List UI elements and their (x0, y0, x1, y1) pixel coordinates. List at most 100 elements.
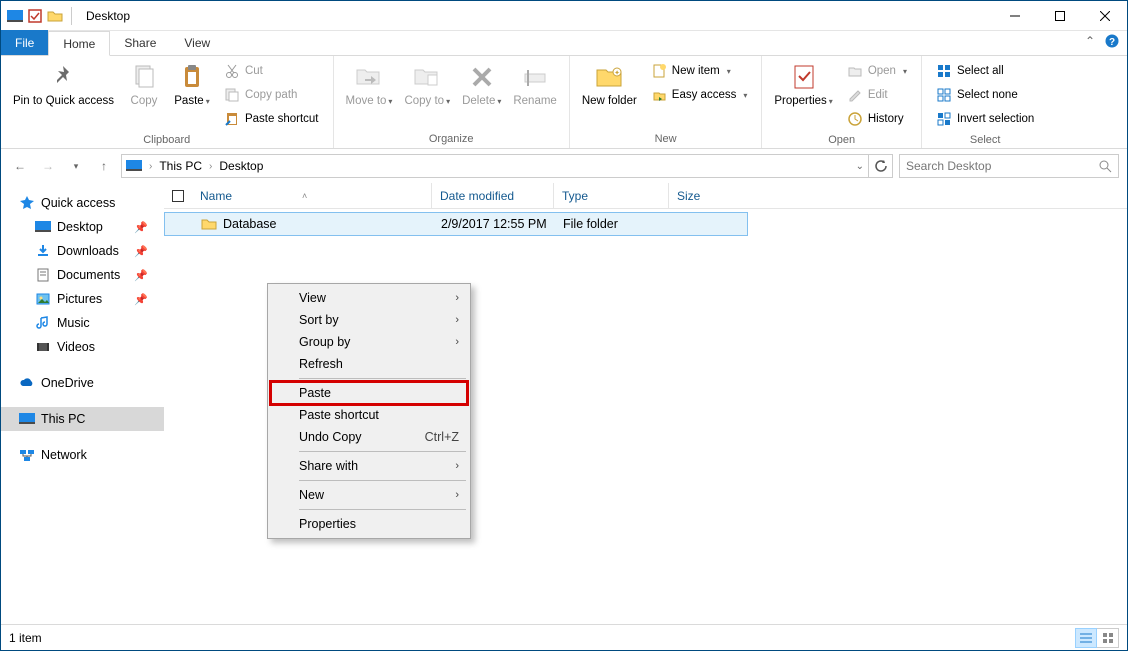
tab-home[interactable]: Home (48, 31, 110, 56)
refresh-button[interactable] (869, 154, 893, 178)
item-count: 1 item (9, 631, 42, 645)
rename-button: Rename (507, 58, 562, 108)
crumb-desktop[interactable]: Desktop (219, 159, 263, 173)
edit-button: Edit (843, 84, 911, 106)
nav-music[interactable]: Music (1, 311, 164, 335)
ctx-separator (299, 509, 466, 510)
col-modified[interactable]: Date modified (432, 183, 554, 208)
pin-label: Pin to Quick access (13, 95, 114, 108)
cut-button: Cut (220, 60, 323, 82)
chevron-right-icon[interactable]: › (208, 161, 213, 172)
nav-desktop[interactable]: Desktop📌 (1, 215, 164, 239)
col-size[interactable]: Size (669, 183, 744, 208)
selectall-checkbox[interactable] (172, 190, 184, 202)
invert-button[interactable]: Invert selection (932, 108, 1038, 130)
qat-properties-icon[interactable] (27, 8, 43, 24)
pin-icon: 📌 (134, 221, 158, 234)
moveto-button: Move to▾ (340, 58, 399, 108)
ribbon: Pin to Quick access Copy Paste▾ Cut Copy… (1, 56, 1127, 149)
delete-button: Delete▾ (456, 58, 507, 108)
ctx-groupby[interactable]: Group by› (271, 331, 467, 353)
col-type[interactable]: Type (554, 183, 669, 208)
nav-documents[interactable]: Documents📌 (1, 263, 164, 287)
ctx-sortby[interactable]: Sort by› (271, 309, 467, 331)
group-new: ✦ New folder New item▾ Easy access▾ New (570, 56, 763, 148)
file-row[interactable]: Database 2/9/2017 12:55 PM File folder (164, 212, 748, 236)
copy-button: Copy (120, 58, 168, 108)
qat-newfolder-icon[interactable] (47, 8, 63, 24)
app-icon (7, 8, 23, 24)
column-header: Name˄ Date modified Type Size (164, 183, 1127, 209)
maximize-button[interactable] (1037, 1, 1082, 31)
address-row: ← → ▾ ↑ › This PC › Desktop ⌄ Search Des… (1, 149, 1127, 183)
selectnone-button[interactable]: Select none (932, 84, 1038, 106)
folder-icon (201, 216, 217, 232)
tab-share[interactable]: Share (110, 30, 170, 55)
back-button[interactable]: ← (9, 155, 31, 177)
pasteshortcut-button[interactable]: Paste shortcut (220, 108, 323, 130)
ctx-view[interactable]: View› (271, 287, 467, 309)
chevron-right-icon: › (455, 460, 459, 472)
search-placeholder: Search Desktop (906, 159, 1098, 173)
copy-label: Copy (131, 95, 158, 108)
close-button[interactable] (1082, 1, 1127, 31)
recent-dd[interactable]: ▾ (65, 155, 87, 177)
details-view-button[interactable] (1075, 628, 1097, 648)
chevron-right-icon[interactable]: › (148, 161, 153, 172)
properties-button[interactable]: Properties▾ (768, 58, 838, 108)
help-icon[interactable]: ? (1105, 34, 1119, 48)
ctx-undocopy[interactable]: Undo CopyCtrl+Z (271, 426, 467, 448)
search-input[interactable]: Search Desktop (899, 154, 1119, 178)
file-type: File folder (555, 217, 670, 231)
paste-button[interactable]: Paste▾ (168, 58, 216, 108)
address-bar[interactable]: › This PC › Desktop ⌄ (121, 154, 869, 178)
ctx-sharewith[interactable]: Share with› (271, 455, 467, 477)
status-bar: 1 item (1, 624, 1127, 650)
nav-pane: Quick access Desktop📌 Downloads📌 Documen… (1, 183, 164, 614)
chevron-right-icon: › (455, 292, 459, 304)
nav-downloads[interactable]: Downloads📌 (1, 239, 164, 263)
file-modified: 2/9/2017 12:55 PM (433, 217, 555, 231)
qat-divider (71, 7, 72, 25)
pin-quickaccess-button[interactable]: Pin to Quick access (7, 58, 120, 108)
pin-icon: 📌 (134, 245, 158, 258)
ctx-new[interactable]: New› (271, 484, 467, 506)
context-menu: View› Sort by› Group by› Refresh Paste P… (267, 283, 471, 539)
history-button[interactable]: History (843, 108, 911, 130)
selectall-button[interactable]: Select all (932, 60, 1038, 82)
copyto-button: Copy to▾ (398, 58, 456, 108)
ctx-paste[interactable]: Paste (271, 382, 467, 404)
nav-thispc[interactable]: This PC (1, 407, 164, 431)
ribbon-tabs: File Home Share View ⌃ ? (1, 31, 1127, 56)
chevron-right-icon: › (455, 489, 459, 501)
newitem-button[interactable]: New item▾ (647, 60, 752, 82)
easyaccess-button[interactable]: Easy access▾ (647, 84, 752, 106)
crumb-thispc[interactable]: This PC (159, 159, 202, 173)
ctx-pasteshortcut[interactable]: Paste shortcut (271, 404, 467, 426)
nav-onedrive[interactable]: OneDrive (1, 371, 164, 395)
chevron-right-icon: › (455, 336, 459, 348)
ctx-refresh[interactable]: Refresh (271, 353, 467, 375)
paste-label: Paste (174, 95, 203, 107)
ctx-properties[interactable]: Properties (271, 513, 467, 535)
nav-pictures[interactable]: Pictures📌 (1, 287, 164, 311)
icons-view-button[interactable] (1097, 628, 1119, 648)
file-name: Database (223, 217, 277, 231)
collapse-ribbon-icon[interactable]: ⌃ (1085, 34, 1095, 48)
minimize-button[interactable] (992, 1, 1037, 31)
svg-text:✦: ✦ (614, 69, 620, 77)
forward-button: → (37, 155, 59, 177)
group-open-label: Open (768, 132, 915, 149)
nav-network[interactable]: Network (1, 443, 164, 467)
newfolder-button[interactable]: ✦ New folder (576, 58, 643, 108)
address-dd[interactable]: ⌄ (856, 161, 864, 172)
nav-videos[interactable]: Videos (1, 335, 164, 359)
group-organize-label: Organize (340, 131, 563, 148)
col-name[interactable]: Name˄ (192, 183, 432, 208)
up-button[interactable]: ↑ (93, 155, 115, 177)
tab-file[interactable]: File (1, 30, 48, 55)
group-new-label: New (576, 131, 756, 148)
nav-quickaccess[interactable]: Quick access (1, 191, 164, 215)
group-clipboard-label: Clipboard (7, 132, 327, 149)
tab-view[interactable]: View (170, 30, 224, 55)
